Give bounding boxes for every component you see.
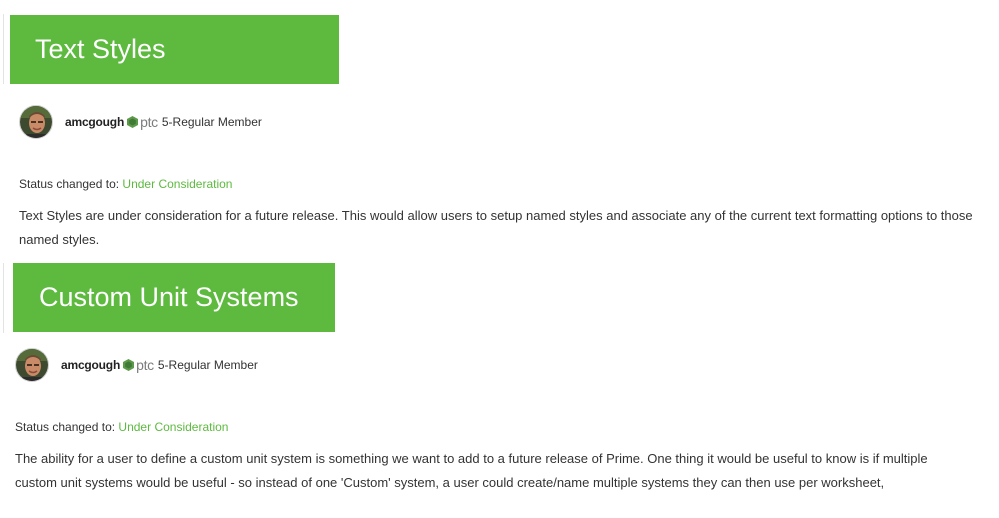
status-label: Status changed to: <box>19 177 120 191</box>
author-username[interactable]: amcgough <box>61 358 120 372</box>
avatar[interactable] <box>19 105 53 139</box>
avatar[interactable] <box>15 348 49 382</box>
ptc-badge-text: ptc <box>136 357 154 373</box>
author-rank: 5-Regular Member <box>157 358 258 372</box>
status-link[interactable]: Under Consideration <box>118 420 228 434</box>
divider <box>3 263 4 333</box>
author-row: amcgough ptc 5-Regular Member <box>15 347 258 383</box>
post-body: Text Styles are under consideration for … <box>19 208 973 247</box>
post-body: The ability for a user to define a custo… <box>15 451 928 490</box>
ptc-hexagon-icon <box>123 359 135 371</box>
post-title-banner: Custom Unit Systems <box>13 263 335 332</box>
author-username[interactable]: amcgough <box>65 115 124 129</box>
ptc-badge-text: ptc <box>140 114 158 130</box>
status-line: Status changed to: Under Consideration <box>15 420 228 434</box>
author-row: amcgough ptc 5-Regular Member <box>19 104 262 140</box>
status-link[interactable]: Under Consideration <box>122 177 232 191</box>
status-label: Status changed to: <box>15 420 116 434</box>
ptc-hexagon-icon <box>127 116 139 128</box>
page: Text Styles amcgough ptc 5-Regular Membe… <box>0 0 999 518</box>
post-title-banner: Text Styles <box>10 15 339 84</box>
divider <box>3 14 4 84</box>
status-line: Status changed to: Under Consideration <box>19 177 232 191</box>
author-rank: 5-Regular Member <box>161 115 262 129</box>
